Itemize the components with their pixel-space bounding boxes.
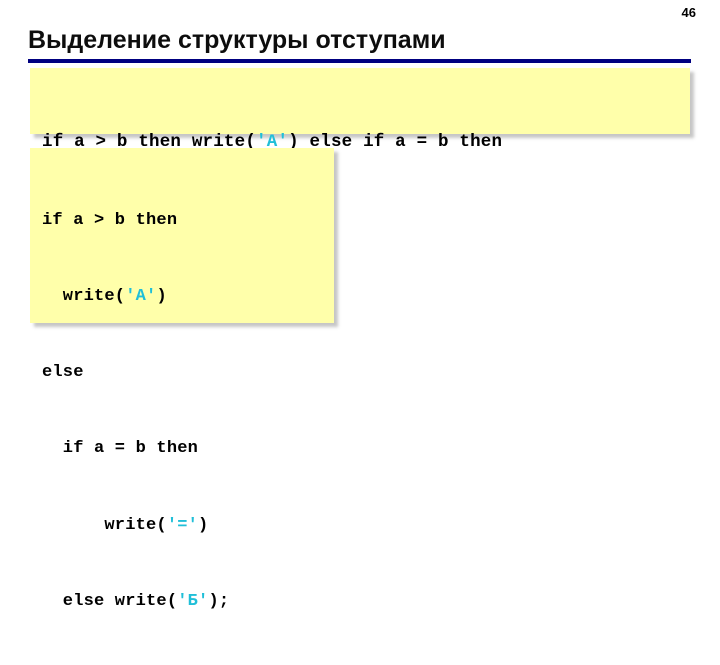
code-text: ); [208, 591, 230, 611]
code-line: write('=') [42, 513, 334, 538]
code-text: if a > b then [42, 210, 178, 230]
code-text: else write( [42, 591, 178, 611]
code-line: else [42, 360, 334, 385]
page-title: Выделение структуры отступами [28, 26, 446, 54]
slide-canvas: 46 Выделение структуры отступами if a > … [0, 0, 720, 611]
code-block-indented: if a > b then write('А') else if a = b t… [30, 148, 334, 611]
code-text: write( [42, 515, 167, 535]
code-block-compact: if a > b then write('А') else if a = b t… [30, 68, 690, 230]
code-text: if a = b then [42, 439, 199, 459]
code-line: if a = b then [42, 436, 334, 461]
title-block: Выделение структуры отступами [28, 25, 692, 55]
code-text: write( [42, 287, 126, 307]
code-line: else write('Б'); [42, 589, 334, 614]
title-underline-rule [28, 59, 691, 63]
code-text: ) [198, 515, 209, 535]
code-string-literal: 'Б' [177, 591, 209, 611]
code-text: else [42, 363, 84, 383]
code-string-literal: '=' [166, 515, 199, 535]
code-text: ) [156, 287, 167, 307]
code-string-literal: 'А' [125, 287, 157, 307]
code-line: write('А') [42, 284, 334, 309]
page-number: 46 [681, 5, 696, 20]
code-line: if a > b then [42, 208, 334, 233]
